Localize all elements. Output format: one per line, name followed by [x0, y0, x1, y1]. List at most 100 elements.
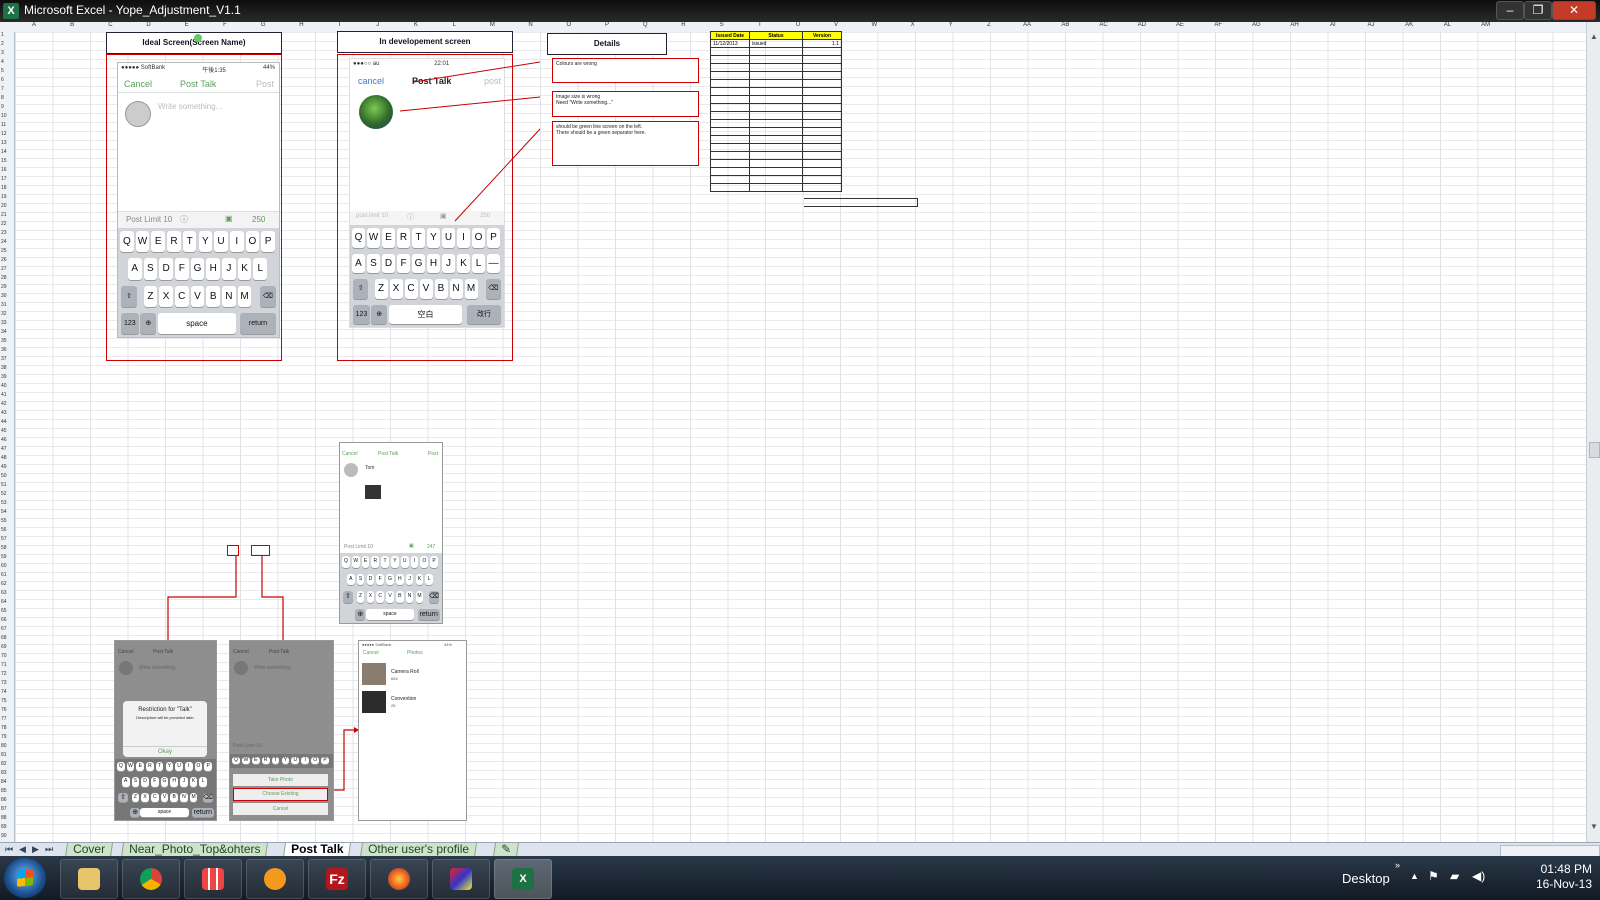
- key-f[interactable]: F: [376, 573, 385, 585]
- key-i[interactable]: I: [184, 762, 193, 772]
- key-u[interactable]: U: [175, 762, 183, 772]
- key-y[interactable]: Y: [165, 762, 174, 772]
- start-button[interactable]: [4, 858, 46, 898]
- next-sheet-icon[interactable]: ▶: [32, 844, 39, 855]
- table-cell[interactable]: [749, 79, 803, 88]
- key-e[interactable]: E: [136, 762, 145, 772]
- table-cell[interactable]: [802, 87, 842, 96]
- key-b[interactable]: B: [170, 792, 179, 802]
- cancel-link[interactable]: Cancel: [233, 649, 249, 655]
- keyboard[interactable]: QWERTYUIOP: [230, 754, 333, 768]
- table-cell[interactable]: [802, 135, 842, 144]
- key-d[interactable]: D: [141, 777, 149, 787]
- key-t[interactable]: T: [271, 757, 280, 764]
- key-h[interactable]: H: [170, 777, 179, 787]
- table-row[interactable]: [710, 183, 842, 192]
- key-b[interactable]: B: [395, 591, 404, 603]
- show-hidden-icons-icon[interactable]: ▲: [1410, 871, 1419, 881]
- first-sheet-icon[interactable]: ⏮: [5, 844, 13, 855]
- key-i[interactable]: I: [410, 556, 419, 568]
- insert-sheet-icon[interactable]: ✎: [493, 842, 519, 857]
- key-j[interactable]: J: [180, 777, 188, 787]
- restriction-alert-phone-mockup[interactable]: Cancel Post Talk Write something... Rest…: [114, 640, 217, 821]
- chrome-icon[interactable]: [122, 859, 180, 899]
- table-cell[interactable]: [749, 103, 803, 112]
- alert-okay-button[interactable]: Okay: [123, 746, 207, 755]
- table-row[interactable]: 11/12/2013 issued 1.1: [710, 39, 842, 48]
- tagged-post-phone-mockup[interactable]: Cancel Post Talk Post Tom Post Limit 10 …: [339, 442, 443, 624]
- table-cell[interactable]: [710, 143, 750, 152]
- table-cell[interactable]: [710, 167, 750, 176]
- table-cell[interactable]: [802, 55, 842, 64]
- table-cell[interactable]: [802, 111, 842, 120]
- key-e[interactable]: E: [251, 757, 260, 764]
- table-cell[interactable]: [749, 143, 803, 152]
- table-row[interactable]: [710, 159, 842, 168]
- settings-gear-icon[interactable]: [246, 859, 304, 899]
- table-row[interactable]: [710, 55, 842, 64]
- table-cell[interactable]: [710, 103, 750, 112]
- key-j[interactable]: J: [405, 573, 414, 585]
- key-k[interactable]: K: [415, 573, 424, 585]
- key-q[interactable]: Q: [232, 757, 240, 764]
- shift-icon[interactable]: ⇧: [118, 792, 129, 802]
- action-center-icon[interactable]: ⚑: [1428, 869, 1439, 883]
- table-cell[interactable]: [749, 95, 803, 104]
- return-key[interactable]: return: [191, 807, 214, 817]
- table-cell[interactable]: [710, 95, 750, 104]
- table-cell[interactable]: [749, 127, 803, 136]
- key-y[interactable]: Y: [391, 556, 399, 568]
- volume-icon[interactable]: ◀): [1472, 869, 1485, 883]
- backspace-icon[interactable]: ⌫: [428, 591, 439, 603]
- key-f[interactable]: F: [150, 777, 159, 787]
- cancel-link[interactable]: Cancel: [363, 650, 379, 656]
- file-explorer-icon[interactable]: [60, 859, 118, 899]
- table-cell[interactable]: [710, 183, 750, 192]
- key-o[interactable]: O: [420, 556, 429, 568]
- key-o[interactable]: O: [194, 762, 203, 772]
- key-z[interactable]: Z: [131, 792, 140, 802]
- key-l[interactable]: L: [199, 777, 208, 787]
- space-key[interactable]: space: [140, 807, 189, 817]
- table-cell[interactable]: [802, 175, 842, 184]
- table-cell[interactable]: [749, 135, 803, 144]
- key-q[interactable]: Q: [117, 762, 125, 772]
- table-cell[interactable]: [710, 135, 750, 144]
- table-row[interactable]: [710, 119, 842, 128]
- key-x[interactable]: X: [141, 792, 149, 802]
- key-w[interactable]: W: [241, 757, 250, 764]
- key-n[interactable]: N: [180, 792, 188, 802]
- table-row[interactable]: [710, 127, 842, 136]
- action-sheet-phone-mockup[interactable]: Cancel Post Talk Write something... Post…: [229, 640, 334, 821]
- table-cell[interactable]: [802, 63, 842, 72]
- last-sheet-icon[interactable]: ⏭: [45, 844, 53, 855]
- table-cell[interactable]: [710, 119, 750, 128]
- table-cell[interactable]: [710, 159, 750, 168]
- key-p[interactable]: P: [321, 757, 329, 764]
- keyboard[interactable]: Q W E R T Y U I O P A S D F G H J K L Z X C V B N M ⊕ space return ⇧ ⌫: [340, 553, 442, 623]
- table-cell[interactable]: [749, 71, 803, 80]
- key-t[interactable]: T: [155, 762, 164, 772]
- globe-icon[interactable]: ⊕: [130, 807, 141, 817]
- filezilla-icon[interactable]: Fz: [308, 859, 366, 899]
- clock[interactable]: 01:48 PM 16-Nov-13: [1518, 862, 1592, 892]
- table-cell[interactable]: [749, 175, 803, 184]
- table-row[interactable]: [710, 103, 842, 112]
- table-row[interactable]: [710, 63, 842, 72]
- cancel-action-button[interactable]: Cancel: [233, 803, 328, 815]
- key-u[interactable]: U: [291, 757, 300, 764]
- cancel-link[interactable]: Cancel: [342, 451, 358, 457]
- key-p[interactable]: P: [430, 556, 438, 568]
- table-cell[interactable]: [802, 95, 842, 104]
- table-cell[interactable]: [710, 127, 750, 136]
- table-cell[interactable]: [749, 47, 803, 56]
- globe-icon[interactable]: ⊕: [355, 608, 366, 620]
- table-cell[interactable]: [710, 47, 750, 56]
- table-cell[interactable]: [710, 79, 750, 88]
- key-k[interactable]: K: [189, 777, 198, 787]
- desktop-toolbar-label[interactable]: Desktop: [1342, 871, 1390, 886]
- key-g[interactable]: G: [160, 777, 169, 787]
- table-cell[interactable]: [710, 151, 750, 160]
- table-cell[interactable]: [749, 87, 803, 96]
- key-r[interactable]: R: [146, 762, 154, 772]
